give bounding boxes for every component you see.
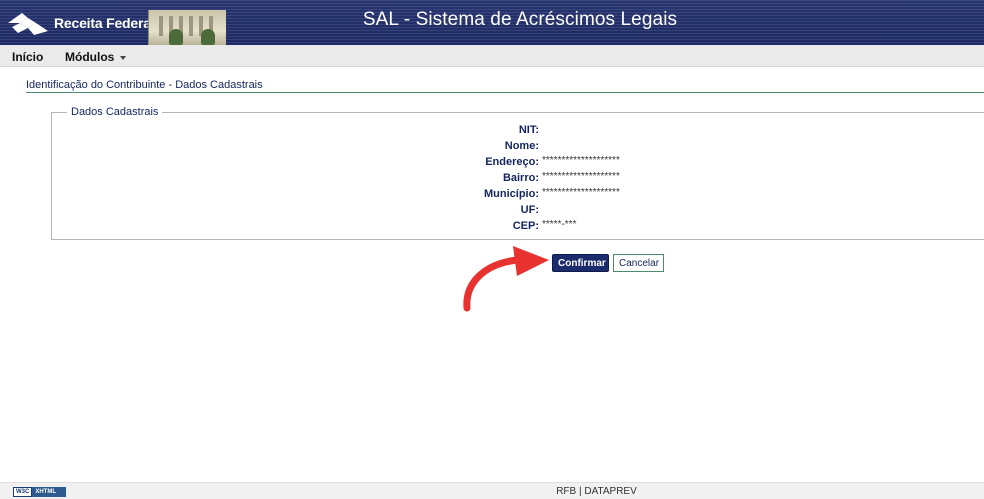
- field-value: ********************: [542, 187, 620, 198]
- confirm-button[interactable]: Confirmar: [552, 254, 609, 272]
- field-municipio: Município: ********************: [300, 187, 800, 202]
- field-label: NIT:: [518, 124, 539, 136]
- menu-bar: Início Módulos: [0, 45, 984, 67]
- field-cep: CEP: *****-***: [300, 219, 800, 234]
- field-endereco: Endereço: ********************: [300, 155, 800, 170]
- field-bairro: Bairro: ********************: [300, 171, 800, 186]
- menu-item-modulos[interactable]: Módulos: [65, 50, 127, 64]
- caret-down-icon: [120, 55, 127, 60]
- field-value: ********************: [542, 171, 620, 182]
- field-label: Bairro:: [502, 172, 539, 184]
- fieldset-legend: Dados Cadastrais: [67, 106, 163, 118]
- curved-arrow-icon: [463, 246, 549, 312]
- field-value: *****-***: [542, 219, 577, 230]
- field-label: Nome:: [504, 140, 539, 152]
- field-label: CEP:: [512, 220, 539, 232]
- field-value: ********************: [542, 155, 620, 166]
- cancel-button[interactable]: Cancelar: [613, 254, 664, 272]
- page-title: Identificação do Contribuinte - Dados Ca…: [26, 79, 263, 91]
- title-divider: [26, 92, 984, 93]
- field-label: Município:: [484, 188, 539, 200]
- field-nit: NIT:: [300, 124, 800, 138]
- field-label: UF:: [520, 204, 539, 216]
- field-label: Endereço:: [485, 156, 539, 168]
- menu-item-label: Módulos: [65, 50, 115, 64]
- app-title: SAL - Sistema de Acréscimos Legais: [362, 9, 678, 30]
- field-uf: UF:: [300, 204, 800, 218]
- app-header: Receita Federal SAL - Sistema de Acrésci…: [0, 0, 984, 45]
- footer-text: RFB | DATAPREV: [556, 486, 637, 497]
- menu-item-inicio[interactable]: Início: [12, 50, 43, 64]
- menu-item-label: Início: [12, 50, 44, 64]
- page-footer: W3C XHTML RFB | DATAPREV: [0, 482, 984, 499]
- field-nome: Nome:: [300, 140, 800, 154]
